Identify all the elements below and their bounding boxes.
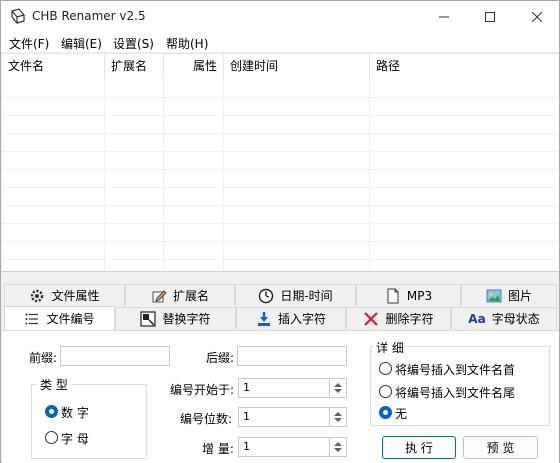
type-number-radio[interactable] <box>45 405 58 418</box>
tab-letter-case[interactable]: Aa 字母状态 <box>451 307 557 329</box>
type-letter-radio[interactable] <box>45 431 58 444</box>
title-bar: CHB Renamer v2.5 <box>1 1 559 32</box>
digits-label: 编号位数: <box>180 412 233 426</box>
grid-line <box>2 151 559 152</box>
digits-input[interactable]: 1 <box>238 407 330 427</box>
tab-label: 字母状态 <box>491 312 540 326</box>
suffix-input[interactable] <box>237 346 347 366</box>
tab-label: 文件属性 <box>51 289 100 303</box>
grid-divider <box>223 79 224 271</box>
case-icon: Aa <box>468 311 486 326</box>
tab-label: 扩展名 <box>172 289 209 303</box>
tab-file-attributes[interactable]: 文件属性 <box>4 284 125 306</box>
close-button[interactable] <box>514 1 560 32</box>
numbering-panel: 前缀: 后缀: 类 型 数 字 字 母 编号开始于: 1 编号位数: 1 增 量… <box>2 330 559 463</box>
tab-label: 插入字符 <box>277 312 326 326</box>
window-title: CHB Renamer v2.5 <box>32 9 146 23</box>
app-window: CHB Renamer v2.5 文件(F) 编辑(E) 设置(S) 帮助(H)… <box>0 0 560 463</box>
type-number-label[interactable]: 数 字 <box>61 404 89 421</box>
tab-label: 文件编号 <box>46 312 95 326</box>
grid-line <box>2 205 559 206</box>
maximize-icon <box>485 11 495 22</box>
menu-help[interactable]: 帮助(H) <box>166 35 208 52</box>
type-letter-label[interactable]: 字 母 <box>61 430 89 447</box>
delete-icon <box>364 311 379 326</box>
menu-bar: 文件(F) 编辑(E) 设置(S) 帮助(H) <box>1 32 559 52</box>
column-filename[interactable]: 文件名 <box>2 54 105 79</box>
increment-input[interactable]: 1 <box>238 437 330 457</box>
menu-file[interactable]: 文件(F) <box>9 35 49 52</box>
tab-replace-chars[interactable]: 替换字符 <box>115 307 236 329</box>
grid-line <box>2 115 559 116</box>
clock-icon <box>259 288 274 303</box>
increment-spinner[interactable] <box>330 437 347 457</box>
tab-label: 图片 <box>507 289 532 303</box>
file-list[interactable]: 文件名 扩展名 属性 创建时间 路径 <box>2 53 559 272</box>
tab-delete-chars[interactable]: 删除字符 <box>346 307 451 329</box>
replace-icon <box>140 310 157 327</box>
edit-icon <box>152 289 167 302</box>
tab-label: 日期-时间 <box>280 289 333 303</box>
start-input[interactable]: 1 <box>238 378 330 398</box>
insert-icon <box>257 311 270 326</box>
menu-settings[interactable]: 设置(S) <box>113 35 154 52</box>
insert-at-end-label[interactable]: 将编号插入到文件名尾 <box>395 384 515 401</box>
execute-button[interactable]: 执 行 <box>382 436 456 459</box>
start-label: 编号开始于: <box>170 383 235 397</box>
tab-insert-chars[interactable]: 插入字符 <box>236 307 346 329</box>
column-extension[interactable]: 扩展名 <box>105 54 164 79</box>
gear-icon <box>31 289 44 302</box>
suffix-label: 后缀: <box>206 351 235 365</box>
type-group-title: 类 型 <box>37 376 71 393</box>
increment-label: 增 量: <box>202 442 234 456</box>
digits-spinner[interactable] <box>330 407 347 427</box>
start-spinner[interactable] <box>330 378 347 398</box>
grid-line <box>2 97 559 98</box>
maximize-button[interactable] <box>467 1 513 32</box>
grid-line <box>2 169 559 170</box>
tab-mp3[interactable]: MP3 <box>356 284 461 306</box>
column-created-time[interactable]: 创建时间 <box>224 54 370 79</box>
app-logo-icon <box>10 8 26 24</box>
document-icon <box>387 288 399 303</box>
tab-label: 删除字符 <box>385 312 434 326</box>
insert-at-end-radio[interactable] <box>379 385 392 398</box>
tab-extension[interactable]: 扩展名 <box>125 284 235 306</box>
prefix-input[interactable] <box>60 346 170 366</box>
preview-button[interactable]: 预 览 <box>463 436 538 459</box>
grid-line <box>2 259 559 260</box>
menu-edit[interactable]: 编辑(E) <box>61 35 102 52</box>
numbered-list-icon <box>25 313 39 324</box>
grid-divider <box>369 79 370 271</box>
prefix-label: 前缀: <box>29 351 58 365</box>
column-attributes[interactable]: 属性 <box>164 54 224 79</box>
file-list-header: 文件名 扩展名 属性 创建时间 路径 <box>2 54 559 79</box>
grid-line <box>2 133 559 134</box>
picture-icon <box>486 289 502 302</box>
grid-divider <box>104 79 105 271</box>
insert-at-start-radio[interactable] <box>379 362 392 375</box>
tab-date-time[interactable]: 日期-时间 <box>235 284 356 306</box>
insert-none-label[interactable]: 无 <box>395 405 407 422</box>
close-icon <box>532 11 542 22</box>
tab-picture[interactable]: 图片 <box>461 284 557 306</box>
grid-line <box>2 241 559 242</box>
grid-divider <box>163 79 164 271</box>
column-path[interactable]: 路径 <box>370 54 559 79</box>
tab-file-numbering[interactable]: 文件编号 <box>4 306 115 330</box>
type-group <box>31 384 147 459</box>
tab-label: 替换字符 <box>162 312 211 326</box>
insert-none-radio[interactable] <box>379 406 392 419</box>
insert-at-start-label[interactable]: 将编号插入到文件名首 <box>395 361 515 378</box>
grid-line <box>2 223 559 224</box>
grid-line <box>2 187 559 188</box>
tab-label: MP3 <box>406 288 433 303</box>
minimize-button[interactable] <box>421 1 467 32</box>
file-list-grid <box>2 79 559 271</box>
minimize-icon <box>439 16 449 17</box>
detail-group-title: 详 细 <box>373 339 407 356</box>
